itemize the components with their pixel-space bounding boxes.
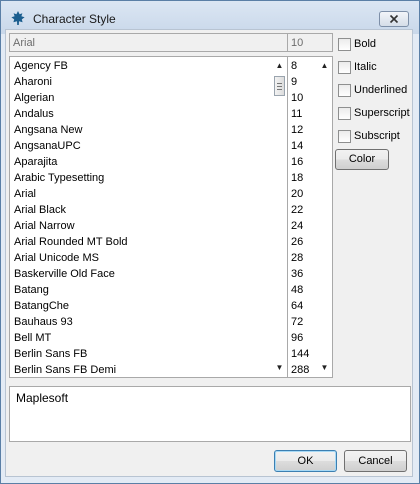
ok-button[interactable]: OK [274, 450, 337, 472]
font-list-item[interactable]: Aharoni [12, 74, 270, 90]
font-list-item[interactable]: Bell MT [12, 330, 270, 346]
size-list-item[interactable]: 288 [289, 362, 315, 377]
size-list-item[interactable]: 72 [289, 314, 315, 330]
scroll-thumb[interactable] [274, 76, 285, 96]
size-list-item[interactable]: 8 [289, 58, 315, 74]
font-list-item[interactable]: Berlin Sans FB Demi [12, 362, 270, 377]
superscript-checkbox[interactable] [338, 107, 351, 120]
size-list-item[interactable]: 18 [289, 170, 315, 186]
underlined-label: Underlined [354, 84, 408, 96]
bold-label: Bold [354, 38, 377, 50]
superscript-label: Superscript [354, 107, 410, 119]
font-list-item[interactable]: Baskerville Old Face [12, 266, 270, 282]
font-list[interactable]: Agency FB Aharoni Algerian Andalus Angsana N… [9, 56, 288, 378]
font-name-field[interactable]: Arial [9, 33, 288, 52]
close-icon [389, 14, 399, 24]
font-list-item[interactable]: Agency FB [12, 58, 270, 74]
size-list-item[interactable]: 144 [289, 346, 315, 362]
font-list-item[interactable]: Batang [12, 282, 270, 298]
font-size-field[interactable]: 10 [287, 33, 333, 52]
font-list-item[interactable]: Andalus [12, 106, 270, 122]
color-button[interactable]: Color [335, 149, 389, 170]
scroll-down-icon[interactable]: ▼ [320, 363, 329, 372]
font-list-item[interactable]: Berlin Sans FB [12, 346, 270, 362]
size-list-item[interactable]: 26 [289, 234, 315, 250]
size-list-item[interactable]: 16 [289, 154, 315, 170]
subscript-checkbox[interactable] [338, 130, 351, 143]
size-list-item[interactable]: 11 [289, 106, 315, 122]
italic-checkbox[interactable] [338, 61, 351, 74]
character-style-dialog: Character Style Arial 10 Agency FB Aharon… [0, 0, 420, 484]
size-list-scrollbar[interactable]: ▲ ▼ [317, 58, 332, 376]
size-list[interactable]: 8 9 10 11 12 14 16 18 20 22 24 26 28 36 48 64 72 96 144 288… [287, 56, 333, 378]
size-list-item[interactable]: 24 [289, 218, 315, 234]
font-list-item[interactable]: Arial Black [12, 202, 270, 218]
font-list-item[interactable]: AngsanaUPC [12, 138, 270, 154]
underlined-checkbox[interactable] [338, 84, 351, 97]
close-button[interactable] [379, 11, 409, 27]
size-list-item[interactable]: 20 [289, 186, 315, 202]
font-list-item[interactable]: Arial Narrow [12, 218, 270, 234]
cancel-button[interactable]: Cancel [344, 450, 407, 472]
subscript-label: Subscript [354, 130, 400, 142]
size-list-item[interactable]: 28 [289, 250, 315, 266]
font-list-item[interactable]: Arial Rounded MT Bold [12, 234, 270, 250]
size-list-item[interactable]: 64 [289, 298, 315, 314]
font-list-item[interactable]: Arial [12, 186, 270, 202]
size-list-item[interactable]: 36 [289, 266, 315, 282]
font-list-item[interactable]: BatangChe [12, 298, 270, 314]
font-list-item[interactable]: Arial Unicode MS [12, 250, 270, 266]
font-list-item[interactable]: Arabic Typesetting [12, 170, 270, 186]
font-list-item[interactable]: Algerian [12, 90, 270, 106]
maple-leaf-icon [11, 11, 25, 25]
size-list-item[interactable]: 48 [289, 282, 315, 298]
bold-checkbox[interactable] [338, 38, 351, 51]
size-list-item[interactable]: 22 [289, 202, 315, 218]
font-list-scrollbar[interactable]: ▲ ▼ [272, 58, 287, 376]
scroll-down-icon[interactable]: ▼ [275, 363, 284, 372]
font-list-item[interactable]: Bauhaus 93 [12, 314, 270, 330]
scroll-up-icon[interactable]: ▲ [320, 61, 329, 70]
size-list-item[interactable]: 10 [289, 90, 315, 106]
dialog-body: Arial 10 Agency FB Aharoni Algerian Andalus… [5, 29, 413, 477]
style-preview: Maplesoft [9, 386, 411, 442]
window-title: Character Style [33, 12, 116, 26]
size-list-item[interactable]: 96 [289, 330, 315, 346]
size-list-item[interactable]: 14 [289, 138, 315, 154]
font-list-item[interactable]: Angsana New [12, 122, 270, 138]
size-list-item[interactable]: 12 [289, 122, 315, 138]
size-list-item[interactable]: 9 [289, 74, 315, 90]
scroll-up-icon[interactable]: ▲ [275, 61, 284, 70]
font-list-item[interactable]: Aparajita [12, 154, 270, 170]
italic-label: Italic [354, 61, 377, 73]
